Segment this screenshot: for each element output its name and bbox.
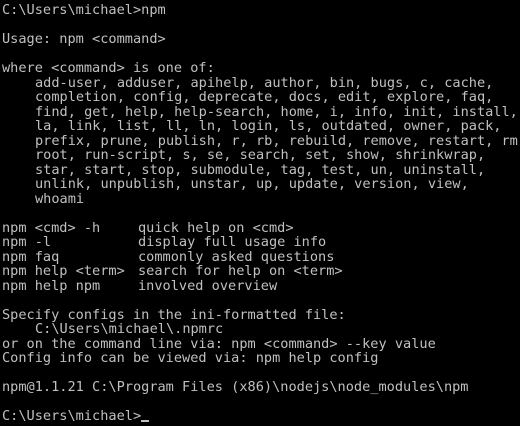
help-row: npm -l display full usage info (2, 235, 520, 250)
config-header: Specify configs in the ini-formatted fil… (2, 307, 346, 322)
console-window[interactable]: C:\Users\michael>npm Usage: npm <command… (0, 0, 520, 426)
prompt-command-line: C:\Users\michael>npm (2, 3, 166, 18)
command-list-line: completion, config, deprecate, docs, edi… (35, 90, 494, 105)
config-info: Config info can be viewed via: npm help … (2, 351, 379, 366)
help-row: npm help npm involved overview (2, 279, 520, 294)
help-command: npm <cmd> -h (2, 220, 101, 235)
usage-line: Usage: npm <command> (2, 32, 166, 47)
command-list-line: root, run-script, s, se, search, set, sh… (35, 148, 486, 163)
help-command: npm faq (2, 249, 60, 264)
command-list-line: whoami (35, 191, 85, 206)
command-list-line: find, get, help, help-search, home, i, i… (35, 104, 518, 119)
help-command: npm -l (2, 235, 52, 250)
help-description: display full usage info (138, 235, 327, 250)
final-prompt: C:\Users\michael> (2, 409, 142, 424)
command-list-line: star, start, stop, submodule, tag, test,… (35, 162, 486, 177)
help-command: npm help npm (2, 278, 101, 293)
final-prompt-line[interactable]: C:\Users\michael> (2, 409, 520, 424)
help-command: npm help <term> (2, 264, 125, 279)
command-list-line: prefix, prune, publish, r, rb, rebuild, … (35, 133, 520, 148)
text-cursor (141, 420, 150, 422)
help-row: npm <cmd> -h quick help on <cmd> (2, 221, 520, 236)
command-list-line: unlink, unpublish, unstar, up, update, v… (35, 177, 469, 192)
help-description: quick help on <cmd> (138, 220, 294, 235)
command-list-line: add-user, adduser, apihelp, author, bin,… (35, 75, 494, 90)
command-list-line: la, link, list, ll, ln, login, ls, outda… (35, 119, 502, 134)
help-description: search for help on <term> (138, 264, 343, 279)
help-description: commonly asked questions (138, 249, 335, 264)
where-header: where <command> is one of: (2, 61, 215, 76)
help-row: npm faq commonly asked questions (2, 250, 520, 265)
help-row: npm help <term> search for help on <term> (2, 264, 520, 279)
config-path: C:\Users\michael\.npmrc (35, 322, 224, 337)
help-description: involved overview (138, 278, 278, 293)
config-cmdline: or on the command line via: npm <command… (2, 336, 436, 351)
version-line: npm@1.1.21 C:\Program Files (x86)\nodejs… (2, 380, 469, 395)
